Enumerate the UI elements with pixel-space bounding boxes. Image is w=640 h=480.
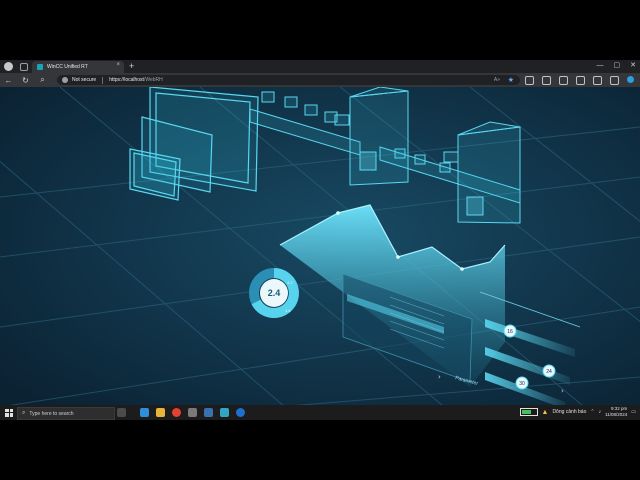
minimize-button[interactable]: — — [597, 60, 604, 72]
chart-point — [336, 211, 340, 215]
gauge-value: 2.4 — [268, 288, 281, 298]
clock[interactable]: 9:32 pm 11/08/2024 — [605, 406, 627, 418]
read-aloud-icon[interactable]: A» — [494, 77, 500, 83]
search-icon[interactable]: ⌕ — [34, 75, 51, 85]
app-icon[interactable] — [188, 408, 197, 417]
badge-value: 30 — [519, 381, 525, 387]
search-icon: ⌕ — [22, 410, 26, 416]
split-screen-icon[interactable] — [542, 76, 551, 85]
workspaces-icon[interactable] — [20, 62, 28, 71]
battery-icon[interactable] — [519, 408, 538, 416]
browser-tab-strip: WinCC Unified RT × + — ▢ ✕ — [0, 60, 640, 73]
windows-taskbar: ⌕ Type here to search ▲ Dông cảnh báo ⌃ … — [0, 405, 640, 420]
settings-menu-icon[interactable] — [610, 76, 619, 85]
refresh-icon[interactable]: ↻ — [17, 76, 34, 85]
donut-gauge: 2.4 4.2 1.6 — [249, 268, 299, 318]
file-explorer-icon[interactable] — [156, 408, 165, 417]
windows-start-icon[interactable] — [5, 408, 13, 417]
chart-badge: 30 — [515, 376, 529, 390]
system-tray: ▲ Dông cảnh báo ⌃ ♪ 9:32 pm 11/08/2024 ▭ — [519, 406, 636, 418]
gauge-label-right: 1.6 — [285, 308, 291, 313]
wincc-icon[interactable] — [220, 408, 229, 417]
favorites-icon[interactable] — [559, 76, 568, 85]
chart-point — [460, 267, 464, 271]
collections-icon[interactable] — [576, 76, 585, 85]
back-arrow-icon[interactable]: ← — [0, 76, 17, 85]
security-label[interactable]: Not secure — [72, 77, 96, 83]
tab-title: WinCC Unified RT — [47, 64, 88, 70]
hmi-scene: Parameter 16 24 30 2.4 4.2 1.6 › › — [0, 87, 640, 420]
chevron-right-icon[interactable]: › — [438, 373, 441, 381]
close-tab-icon[interactable]: × — [116, 62, 120, 68]
extensions-icon[interactable] — [525, 76, 534, 85]
url-protocol: https:// — [109, 77, 125, 83]
favorite-star-icon[interactable]: ★ — [508, 76, 514, 84]
screenshot-frame: WinCC Unified RT × + — ▢ ✕ ← ↻ ⌕ Not sec… — [0, 0, 640, 480]
browser-toolbar: ← ↻ ⌕ Not secure https:// localhost /Web… — [0, 73, 640, 87]
notifications-icon[interactable]: ▭ — [631, 409, 636, 415]
tab-wincc-unified[interactable]: WinCC Unified RT × — [32, 61, 124, 73]
weather-text[interactable]: Dông cảnh báo — [552, 409, 586, 415]
warning-icon[interactable]: ▲ — [542, 409, 549, 416]
siemens-favicon-icon — [37, 64, 43, 70]
edge-pinned-icon[interactable] — [140, 408, 149, 417]
browser-essentials-icon[interactable] — [593, 76, 602, 85]
browser-tool-icons — [525, 76, 634, 85]
chevron-right-icon[interactable]: › — [561, 387, 564, 395]
chart-badge: 24 — [542, 364, 556, 378]
search-placeholder: Type here to search — [29, 410, 74, 417]
clock-date: 11/08/2024 — [605, 412, 628, 417]
desktop-screen: WinCC Unified RT × + — ▢ ✕ ← ↻ ⌕ Not sec… — [0, 60, 640, 420]
address-bar[interactable]: Not secure https:// localhost /WebRH A» … — [57, 75, 520, 85]
browser-app-icon[interactable] — [236, 408, 245, 417]
security-warning-icon — [62, 77, 68, 83]
taskbar-search-box[interactable]: ⌕ Type here to search — [17, 407, 115, 420]
badge-value: 16 — [507, 329, 513, 335]
close-window-button[interactable]: ✕ — [630, 60, 636, 72]
chart-badge: 16 — [503, 324, 517, 338]
url-host: localhost — [124, 77, 144, 83]
tia-portal-icon[interactable] — [204, 408, 213, 417]
address-divider — [102, 76, 104, 84]
chart-point — [396, 255, 400, 259]
task-view-icon[interactable] — [117, 408, 126, 417]
copilot-icon[interactable] — [627, 76, 634, 83]
maximize-button[interactable]: ▢ — [614, 60, 621, 72]
url-path: /WebRH — [143, 77, 163, 83]
badge-value: 24 — [546, 369, 552, 375]
profile-avatar-icon[interactable] — [4, 62, 13, 71]
volume-icon[interactable]: ♪ — [599, 409, 602, 415]
chrome-icon[interactable] — [172, 408, 181, 417]
window-controls: — ▢ ✕ — [597, 60, 637, 72]
new-tab-button[interactable]: + — [129, 60, 134, 72]
gauge-label-left: 4.2 — [287, 280, 293, 285]
network-icon[interactable]: ⌃ — [590, 409, 594, 415]
